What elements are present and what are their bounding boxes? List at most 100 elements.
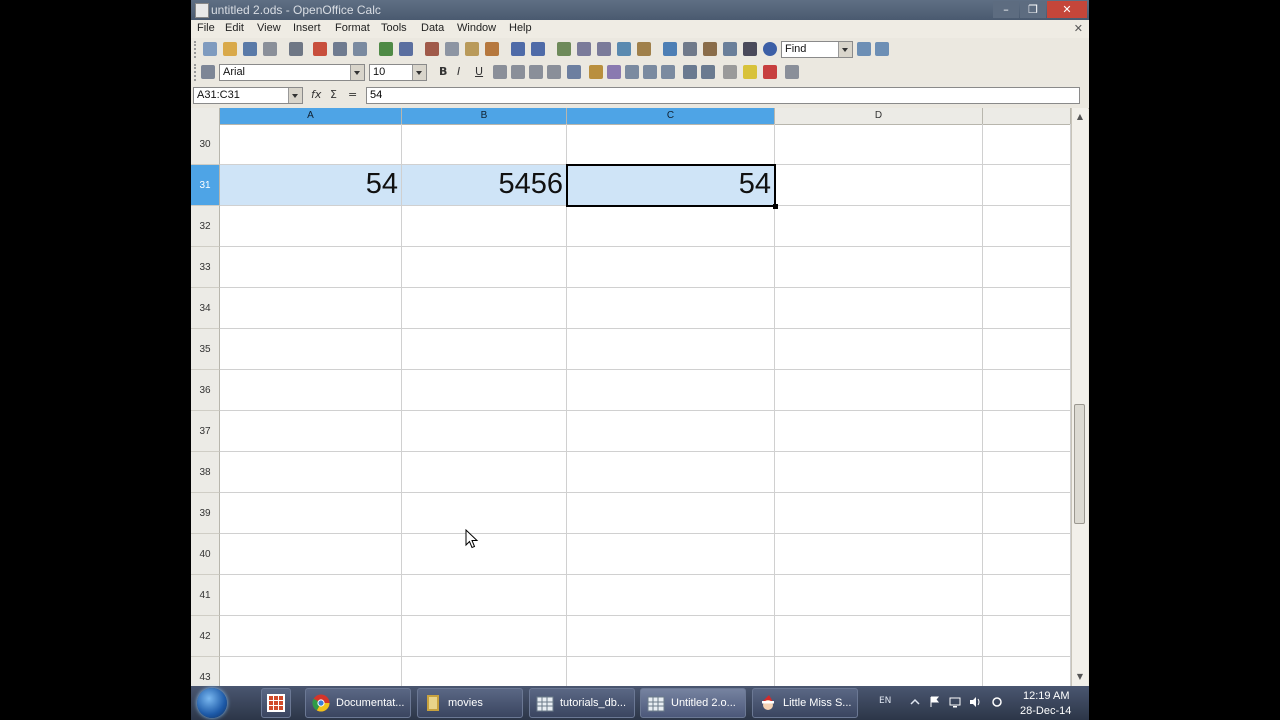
page-preview-icon[interactable] — [353, 42, 367, 56]
menu-format[interactable]: Format — [335, 22, 370, 34]
cell-e32[interactable] — [983, 206, 1071, 247]
menu-data[interactable]: Data — [421, 22, 444, 34]
font-name-input[interactable]: Arial — [219, 64, 365, 81]
data-sources-icon[interactable] — [743, 42, 757, 56]
sum-icon[interactable]: Σ — [330, 88, 337, 101]
spreadsheet-grid[interactable]: A B C D 30 31 54 5456 54 32 33 34 35 36 37 38 39 40 41… — [191, 108, 1071, 686]
sync-icon[interactable] — [991, 696, 1003, 708]
cell-b36[interactable] — [402, 370, 567, 411]
menu-window[interactable]: Window — [457, 22, 496, 34]
cell-d35[interactable] — [775, 329, 983, 370]
copy-icon[interactable] — [445, 42, 459, 56]
cell-b42[interactable] — [402, 616, 567, 657]
cell-b40[interactable] — [402, 534, 567, 575]
cell-c38[interactable] — [567, 452, 775, 493]
undo-icon[interactable] — [511, 42, 525, 56]
start-button[interactable] — [197, 688, 227, 718]
cell-d34[interactable] — [775, 288, 983, 329]
row-header-43[interactable]: 43 — [191, 657, 220, 686]
sort-descending-icon[interactable] — [597, 42, 611, 56]
cell-b30[interactable] — [402, 124, 567, 165]
cell-e43[interactable] — [983, 657, 1071, 686]
cell-a31[interactable]: 54 — [220, 165, 402, 206]
show-draw-icon[interactable] — [663, 42, 677, 56]
volume-icon[interactable] — [969, 696, 981, 708]
cell-b32[interactable] — [402, 206, 567, 247]
spellcheck-icon[interactable] — [379, 42, 393, 56]
taskbar-button-untitled[interactable]: Untitled 2.o... — [640, 688, 746, 718]
percent-icon[interactable] — [607, 65, 621, 79]
open-icon[interactable] — [223, 42, 237, 56]
clock-time[interactable]: 12:19 AM — [1023, 690, 1069, 702]
cell-e30[interactable] — [983, 124, 1071, 165]
find-replace-icon[interactable] — [683, 42, 697, 56]
background-color-icon[interactable] — [743, 65, 757, 79]
network-icon[interactable] — [949, 696, 961, 708]
cell-e42[interactable] — [983, 616, 1071, 657]
menu-help[interactable]: Help — [509, 22, 532, 34]
column-header-e[interactable] — [983, 108, 1071, 124]
cell-a35[interactable] — [220, 329, 402, 370]
cell-a34[interactable] — [220, 288, 402, 329]
taskbar-button-movies[interactable]: movies — [417, 688, 523, 718]
toolbar-grip[interactable] — [194, 41, 200, 58]
cell-d36[interactable] — [775, 370, 983, 411]
menu-edit[interactable]: Edit — [225, 22, 244, 34]
autospell-icon[interactable] — [399, 42, 413, 56]
cell-d38[interactable] — [775, 452, 983, 493]
cell-d40[interactable] — [775, 534, 983, 575]
add-decimal-icon[interactable] — [643, 65, 657, 79]
cell-c41[interactable] — [567, 575, 775, 616]
cell-d31[interactable] — [775, 165, 983, 206]
scroll-thumb[interactable] — [1074, 404, 1085, 524]
cell-d33[interactable] — [775, 247, 983, 288]
align-center-icon[interactable] — [511, 65, 525, 79]
scroll-up-icon[interactable]: ▲ — [1072, 110, 1088, 124]
menu-file[interactable]: File — [197, 22, 215, 34]
increase-indent-icon[interactable] — [701, 65, 715, 79]
cell-a42[interactable] — [220, 616, 402, 657]
row-header-38[interactable]: 38 — [191, 452, 220, 493]
scroll-down-icon[interactable]: ▼ — [1072, 670, 1088, 684]
merge-cells-icon[interactable] — [567, 65, 581, 79]
cell-e33[interactable] — [983, 247, 1071, 288]
menu-tools[interactable]: Tools — [381, 22, 407, 34]
cell-b39[interactable] — [402, 493, 567, 534]
taskbar-button-apps[interactable] — [261, 688, 291, 718]
cell-b37[interactable] — [402, 411, 567, 452]
row-header-39[interactable]: 39 — [191, 493, 220, 534]
email-icon[interactable] — [263, 42, 277, 56]
cell-b38[interactable] — [402, 452, 567, 493]
cell-d43[interactable] — [775, 657, 983, 686]
italic-button[interactable]: I — [457, 65, 460, 78]
minimize-button[interactable]: – — [993, 1, 1019, 18]
align-left-icon[interactable] — [493, 65, 507, 79]
cell-c30[interactable] — [567, 124, 775, 165]
row-header-30[interactable]: 30 — [191, 124, 220, 165]
justify-icon[interactable] — [547, 65, 561, 79]
cell-e41[interactable] — [983, 575, 1071, 616]
decrease-indent-icon[interactable] — [683, 65, 697, 79]
cell-b41[interactable] — [402, 575, 567, 616]
gallery-icon[interactable] — [723, 42, 737, 56]
row-header-33[interactable]: 33 — [191, 247, 220, 288]
close-document-icon[interactable]: ✕ — [1074, 22, 1083, 35]
show-hidden-icons-icon[interactable] — [909, 696, 921, 708]
cell-e35[interactable] — [983, 329, 1071, 370]
title-bar[interactable]: untitled 2.ods - OpenOffice Calc – ❐ ✕ — [191, 0, 1089, 20]
cell-e36[interactable] — [983, 370, 1071, 411]
column-header-c[interactable]: C — [567, 108, 775, 124]
standard-format-icon[interactable] — [625, 65, 639, 79]
cell-e31[interactable] — [983, 165, 1071, 206]
redo-icon[interactable] — [531, 42, 545, 56]
cell-b33[interactable] — [402, 247, 567, 288]
name-box-dropdown-icon[interactable] — [288, 88, 302, 103]
action-center-flag-icon[interactable] — [929, 696, 941, 708]
cell-b35[interactable] — [402, 329, 567, 370]
taskbar-button-chrome[interactable]: Documentat... — [305, 688, 411, 718]
font-size-dropdown-icon[interactable] — [412, 65, 426, 80]
menu-insert[interactable]: Insert — [293, 22, 321, 34]
cell-d41[interactable] — [775, 575, 983, 616]
row-header-41[interactable]: 41 — [191, 575, 220, 616]
row-header-36[interactable]: 36 — [191, 370, 220, 411]
